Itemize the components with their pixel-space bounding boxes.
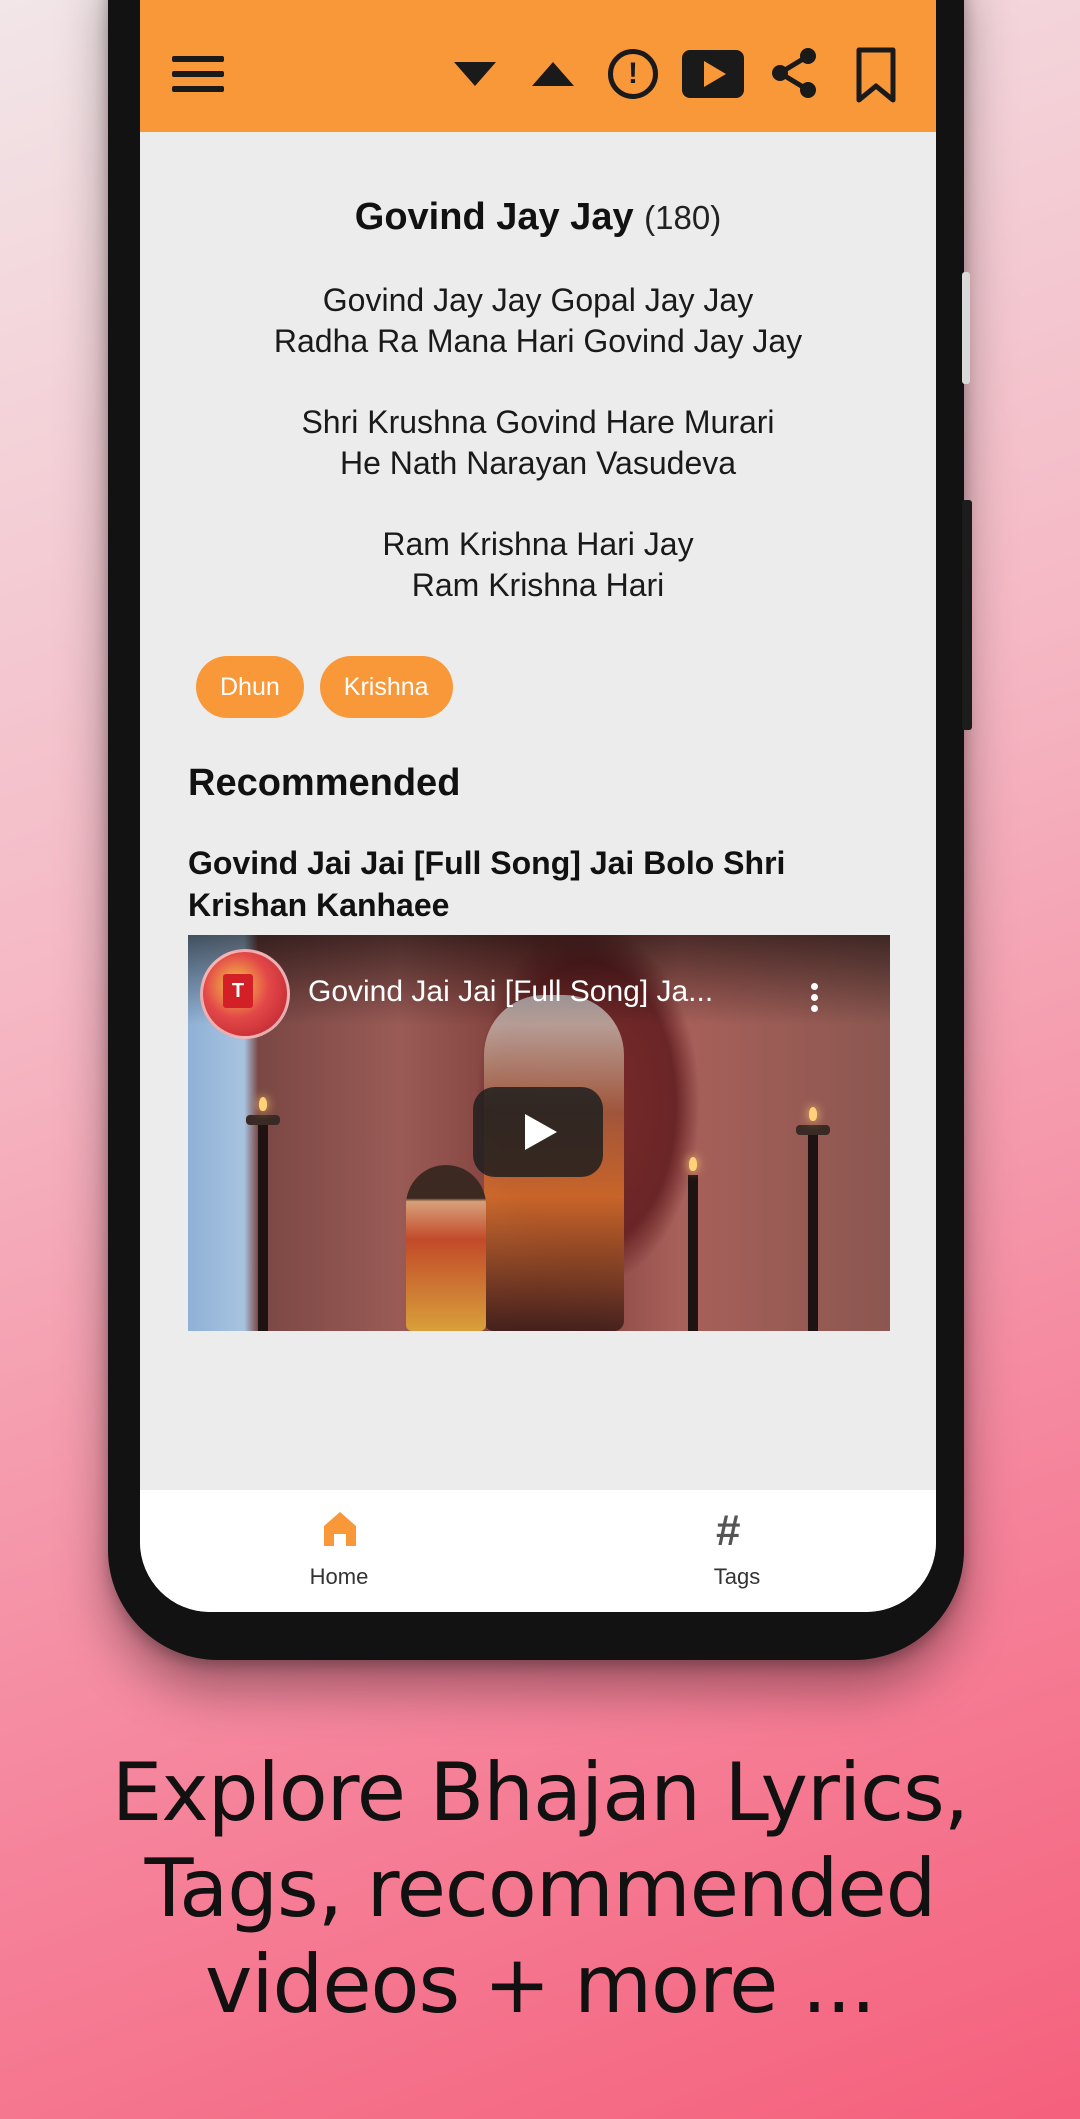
caption-line: Explore Bhajan Lyrics,: [111, 1746, 969, 1839]
lyrics: Govind Jay Jay Gopal Jay Jay Radha Ra Ma…: [140, 280, 936, 646]
recommended-heading: Recommended: [188, 762, 461, 804]
lyric-line: Ram Krishna Hari Jay: [382, 526, 694, 562]
promo-caption: Explore Bhajan Lyrics, Tags, recommended…: [0, 1745, 1080, 2033]
video-player[interactable]: T Govind Jai Jai [Full Song] Ja...: [188, 935, 890, 1331]
channel-logo[interactable]: T: [200, 949, 290, 1039]
lamp-flame: [689, 1157, 697, 1171]
phone-volume-button: [962, 272, 970, 384]
caption-line: videos + more ...: [204, 1938, 876, 2031]
home-icon: [324, 1512, 356, 1546]
song-title-text: Govind Jay Jay: [354, 196, 634, 238]
caption-line: Tags, recommended: [144, 1842, 937, 1935]
lamp-stand: [808, 1135, 818, 1331]
more-options-icon[interactable]: [808, 983, 820, 1017]
lamp: [246, 1115, 280, 1125]
lamp-stand: [258, 1125, 268, 1331]
lyrics-stanza: Shri Krushna Govind Hare Murari He Nath …: [140, 402, 936, 484]
arrow-up-icon[interactable]: [532, 62, 574, 86]
nav-home[interactable]: Home: [140, 1490, 538, 1612]
bookmark-icon[interactable]: [854, 46, 898, 104]
play-button[interactable]: [473, 1087, 603, 1177]
lamp-stand: [688, 1175, 698, 1331]
video-player-title[interactable]: Govind Jai Jai [Full Song] Ja...: [308, 975, 778, 1009]
nav-tags[interactable]: # Tags: [538, 1490, 936, 1612]
youtube-play-icon[interactable]: [682, 50, 744, 98]
lamp-flame: [809, 1107, 817, 1121]
tag-chip-krishna[interactable]: Krishna: [319, 656, 453, 718]
lyrics-stanza: Ram Krishna Hari Jay Ram Krishna Hari: [140, 524, 936, 606]
lyric-line: He Nath Narayan Vasudeva: [339, 445, 737, 481]
lyric-line: Govind Jay Jay Gopal Jay Jay: [322, 282, 754, 318]
lamp-flame: [259, 1097, 267, 1111]
menu-icon[interactable]: [172, 56, 224, 96]
song-title: Govind Jay Jay (180): [140, 196, 936, 239]
lyric-line: Shri Krushna Govind Hare Murari: [301, 404, 775, 440]
share-icon[interactable]: [770, 46, 818, 100]
recommended-video-title[interactable]: Govind Jai Jai [Full Song] Jai Bolo Shri…: [188, 842, 888, 926]
hashtag-icon: #: [716, 1506, 741, 1555]
lyrics-stanza: Govind Jay Jay Gopal Jay Jay Radha Ra Ma…: [140, 280, 936, 362]
phone-power-button: [962, 500, 972, 730]
nav-tags-label: Tags: [713, 1564, 761, 1589]
app-screen: ! Govind Jay Jay (180) Govind Jay Jay Go…: [140, 0, 936, 1612]
alert-icon[interactable]: !: [608, 49, 658, 99]
tag-list: Dhun Krishna: [196, 656, 453, 718]
arrow-down-icon[interactable]: [454, 62, 496, 86]
girl-figure: [406, 1165, 486, 1331]
song-view-count: (180): [644, 199, 722, 236]
bottom-navigation: Home # Tags: [140, 1490, 936, 1612]
tag-chip-dhun[interactable]: Dhun: [196, 656, 304, 718]
nav-home-label: Home: [309, 1564, 369, 1589]
lyric-line: Ram Krishna Hari: [411, 567, 665, 603]
lyric-line: Radha Ra Mana Hari Govind Jay Jay: [273, 323, 803, 359]
lamp: [796, 1125, 830, 1135]
app-bar: !: [140, 0, 936, 132]
